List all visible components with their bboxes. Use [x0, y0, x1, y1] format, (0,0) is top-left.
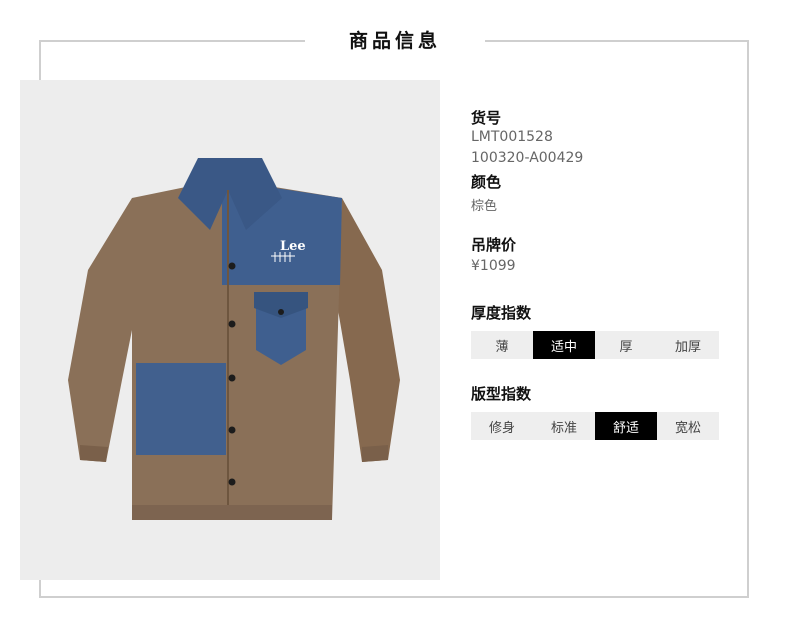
fit-option-loose[interactable]: 宽松	[657, 412, 719, 440]
garment-logo: Lee	[280, 239, 306, 254]
left-cuff	[80, 445, 108, 462]
sku-label: 货号	[471, 109, 502, 127]
pocket-button	[278, 309, 284, 315]
thickness-scale: 薄 适中 厚 加厚	[471, 331, 719, 359]
right-sleeve	[338, 198, 400, 462]
thickness-option-thin[interactable]: 薄	[471, 331, 533, 359]
fit-option-standard[interactable]: 标准	[533, 412, 595, 440]
hem	[132, 505, 332, 520]
left-sleeve	[68, 198, 136, 462]
denim-lower-patch	[136, 363, 226, 455]
button	[228, 478, 236, 486]
right-cuff	[362, 445, 388, 462]
thickness-option-thick[interactable]: 厚	[595, 331, 657, 359]
fit-label: 版型指数	[471, 385, 532, 403]
button	[228, 426, 236, 434]
button	[228, 374, 236, 382]
product-image: Lee	[20, 80, 440, 580]
color-label: 颜色	[471, 173, 502, 191]
color-value: 棕色	[471, 199, 498, 214]
button	[228, 262, 236, 270]
thickness-option-extra-thick[interactable]: 加厚	[657, 331, 719, 359]
price-value: ¥1099	[471, 258, 516, 274]
jacket-illustration: Lee	[68, 158, 400, 520]
section-title: 商品信息	[348, 30, 441, 52]
fit-option-comfort[interactable]: 舒适	[595, 412, 657, 440]
sku-style-code: 100320-A00429	[471, 150, 584, 166]
thickness-option-medium[interactable]: 适中	[533, 331, 595, 359]
fit-option-slim[interactable]: 修身	[471, 412, 533, 440]
fit-scale: 修身 标准 舒适 宽松	[471, 412, 719, 440]
sku-code: LMT001528	[471, 129, 553, 145]
thickness-label: 厚度指数	[471, 304, 532, 322]
button	[228, 320, 236, 328]
price-label: 吊牌价	[471, 236, 517, 254]
